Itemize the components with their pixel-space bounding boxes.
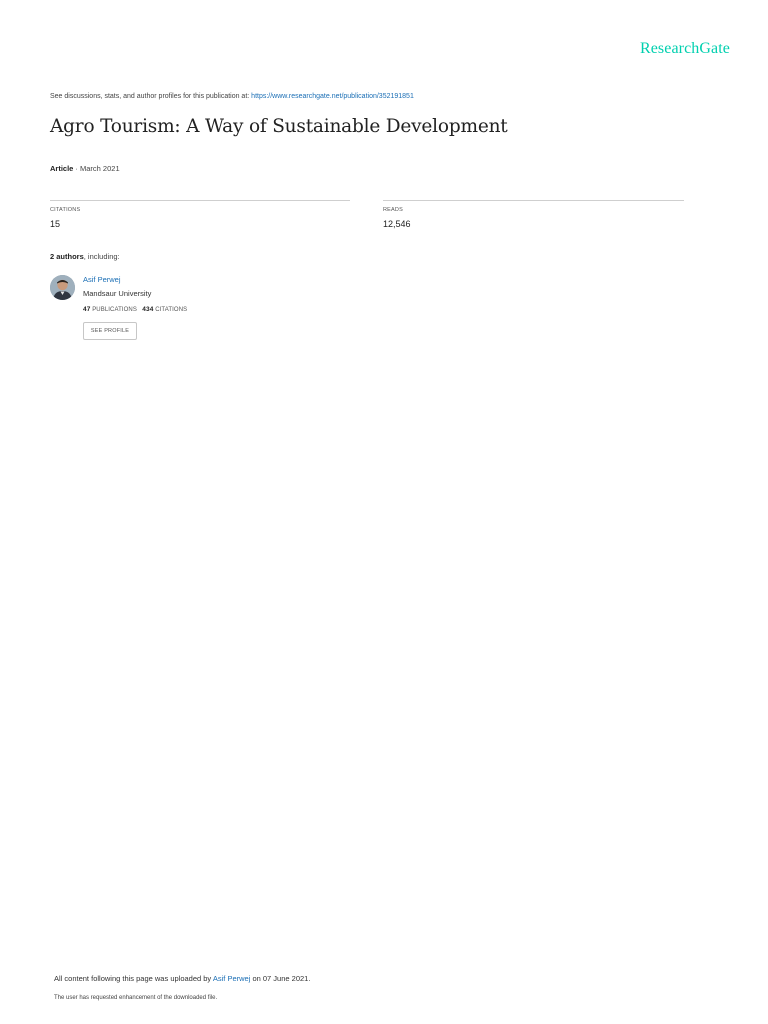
upload-info: All content following this page was uplo… [54, 974, 310, 983]
author-citations-count: 434 [142, 306, 154, 313]
authors-suffix: , including: [83, 252, 120, 261]
author-affiliation: Mandsaur University [83, 289, 152, 298]
author-name-link[interactable]: Asif Perwej [83, 275, 121, 284]
upload-prefix: All content following this page was uplo… [54, 974, 213, 983]
publication-date: · March 2021 [73, 164, 120, 173]
author-photo-icon [50, 275, 75, 300]
discussion-text: See discussions, stats, and author profi… [50, 93, 252, 100]
uploader-link[interactable]: Asif Perwej [213, 974, 251, 983]
researchgate-logo[interactable]: ResearchGate [640, 40, 730, 58]
author-avatar[interactable] [50, 275, 75, 300]
reads-label: READS [383, 207, 403, 213]
enhancement-note: The user has requested enhancement of th… [54, 995, 218, 1001]
citations-label: CITATIONS [50, 207, 81, 213]
authors-count: 2 authors [50, 252, 84, 261]
citations-value: 15 [50, 219, 61, 229]
see-profile-button[interactable]: SEE PROFILE [83, 322, 137, 340]
reads-divider [383, 200, 684, 201]
citations-divider [50, 200, 350, 201]
author-publications-label: PUBLICATIONS [90, 307, 137, 313]
author-citations-label: CITATIONS [153, 307, 188, 313]
author-stats: 47 PUBLICATIONS 434 CITATIONS [83, 306, 187, 313]
reads-value: 12,546 [383, 219, 411, 229]
publication-title: Agro Tourism: A Way of Sustainable Devel… [50, 116, 508, 137]
publication-type: Article [50, 164, 74, 173]
publication-link-line: See discussions, stats, and author profi… [50, 93, 414, 100]
authors-heading: 2 authors, including: [50, 252, 120, 261]
publication-url-link[interactable]: https://www.researchgate.net/publication… [251, 93, 414, 100]
publication-meta: Article · March 2021 [50, 164, 120, 173]
upload-suffix: on 07 June 2021. [250, 974, 311, 983]
